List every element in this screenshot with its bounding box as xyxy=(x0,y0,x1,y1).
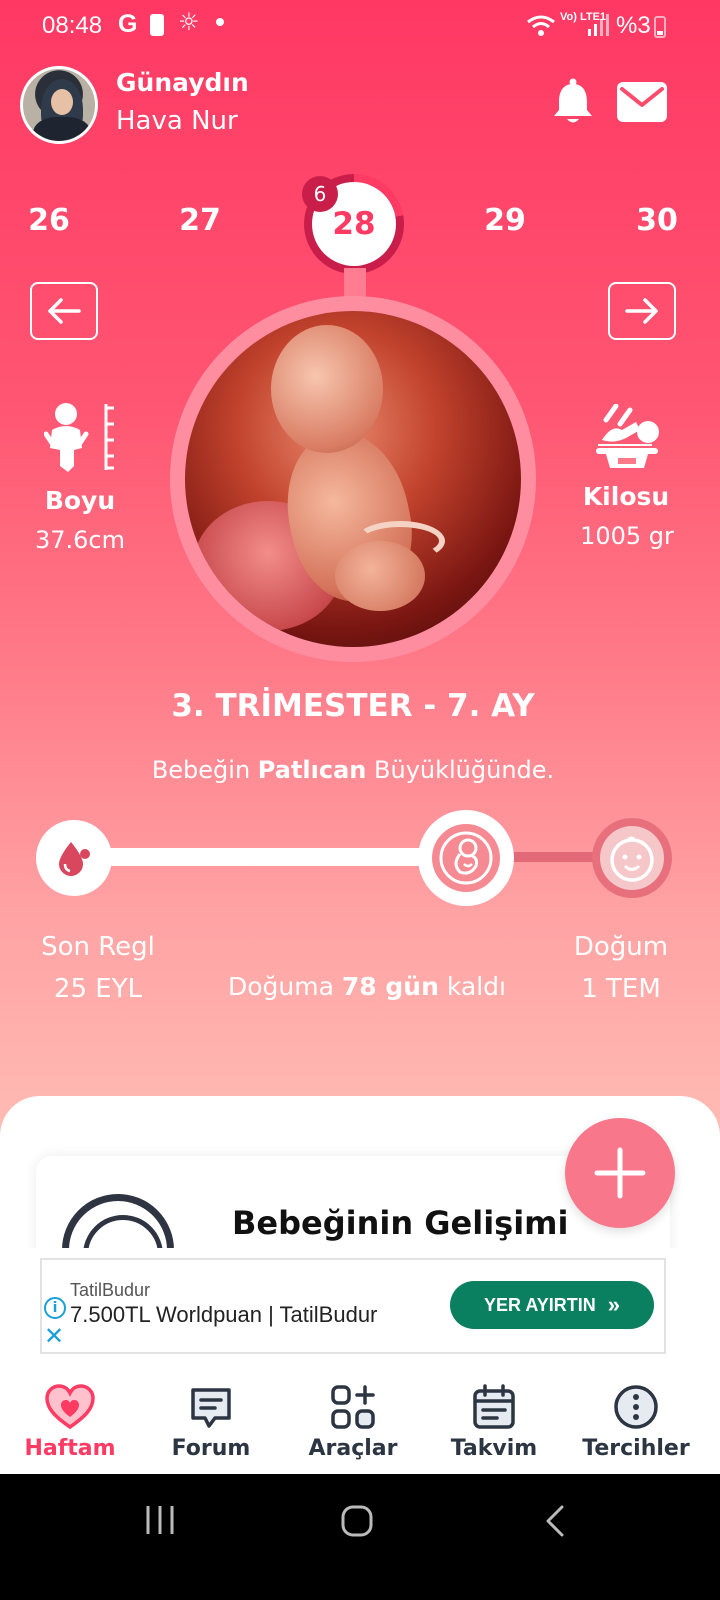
nav-label: Haftam xyxy=(24,1436,116,1461)
countdown-value: 78 gün xyxy=(341,972,439,1001)
week-option[interactable]: 27 xyxy=(170,203,230,238)
card-title: Bebeğinin Gelişimi xyxy=(232,1204,569,1242)
chat-icon xyxy=(191,1388,231,1428)
weight-value: 1005 gr xyxy=(580,522,674,550)
arrow-right-icon xyxy=(625,298,658,324)
countdown-prefix: Doğuma xyxy=(228,972,334,1001)
length-value: 37.6cm xyxy=(34,526,125,554)
recent-apps-icon[interactable] xyxy=(144,1504,176,1536)
baby-face-icon-wrap xyxy=(600,826,664,890)
nav-item-haftam[interactable]: Haftam xyxy=(0,1378,140,1461)
arrow-left-icon xyxy=(48,298,81,324)
fetus-icon xyxy=(439,831,493,885)
ad-cta-button[interactable]: YER AYIRTIN » xyxy=(450,1281,654,1329)
fetus-icon-wrap xyxy=(432,824,500,892)
baby-weight-icon xyxy=(596,404,659,468)
app-screen: 08:48 G ☼ Vo) LTE1 %3 Günaydın Hava Nur xyxy=(0,0,720,1600)
nav-label: Takvim xyxy=(450,1436,538,1461)
avatar[interactable] xyxy=(20,66,98,144)
ad-close-icon[interactable]: ✕ xyxy=(44,1324,64,1348)
plus-icon xyxy=(594,1147,646,1199)
week-day-badge: 6 xyxy=(302,176,338,212)
next-week-button[interactable] xyxy=(608,282,676,340)
nav-item-takvim[interactable]: Takvim xyxy=(424,1378,564,1461)
ad-cta-label: YER AYIRTIN xyxy=(484,1294,596,1315)
back-icon[interactable] xyxy=(544,1504,566,1538)
nav-item-tercihler[interactable]: Tercihler xyxy=(566,1378,706,1461)
nav-label: Tercihler xyxy=(582,1436,690,1461)
weight-title: Kilosu xyxy=(582,482,670,511)
week-option[interactable]: 26 xyxy=(19,203,79,238)
nav-label: Araçlar xyxy=(308,1436,398,1461)
ad-headline[interactable]: 7.500TL Worldpuan | TatilBudur xyxy=(70,1302,377,1328)
greeting: Günaydın xyxy=(116,68,249,97)
notification-dot-icon xyxy=(216,18,224,26)
battery-percent: %3 xyxy=(616,12,651,39)
battery-icon xyxy=(654,16,666,38)
signal-icon xyxy=(588,14,609,36)
previous-week-button[interactable] xyxy=(30,282,98,340)
progress-track-done xyxy=(72,848,472,866)
countdown-suffix: kaldı xyxy=(446,972,506,1001)
nav-item-araclar[interactable]: Araçlar xyxy=(283,1378,423,1461)
birth-label: Doğum xyxy=(573,932,669,962)
status-time: 08:48 xyxy=(42,12,103,39)
size-fruit: Patlıcan xyxy=(257,756,367,784)
tools-grid-icon xyxy=(331,1385,375,1429)
nav-item-forum[interactable]: Forum xyxy=(141,1378,281,1461)
baby-face-icon xyxy=(610,836,654,882)
system-navigation-bar xyxy=(0,1474,720,1600)
last-period-date: 25 EYL xyxy=(53,974,143,1004)
size-prefix: Bebeğin xyxy=(151,756,251,784)
baby-size-text: Bebeğin Patlıcan Büyüklüğünde. xyxy=(0,756,706,784)
calendar-icon xyxy=(473,1384,515,1429)
heart-icon xyxy=(45,1384,95,1430)
brightness-icon: ☼ xyxy=(178,8,200,36)
trimester-title: 3. TRİMESTER - 7. AY xyxy=(171,688,535,724)
umbilical-cord-shape xyxy=(355,521,445,561)
birth-date: 1 TEM xyxy=(581,974,661,1004)
wifi-icon xyxy=(527,15,555,36)
mail-icon[interactable] xyxy=(617,82,667,122)
birth-node xyxy=(592,818,672,898)
fetus-head-shape xyxy=(271,325,383,453)
home-icon[interactable] xyxy=(340,1504,374,1538)
avatar-body xyxy=(33,117,91,141)
week-option[interactable]: 29 xyxy=(475,203,535,238)
username: Hava Nur xyxy=(116,106,238,136)
battery-alert-icon xyxy=(150,14,164,36)
ad-brand: TatilBudur xyxy=(70,1280,151,1300)
baby-length-icon xyxy=(44,403,114,472)
blood-drop-icon xyxy=(59,842,90,876)
current-progress-node xyxy=(418,810,514,906)
countdown-text: Doğuma 78 gün kaldı xyxy=(200,972,534,1001)
baby-image[interactable] xyxy=(185,311,521,647)
add-button[interactable] xyxy=(565,1118,675,1228)
last-period-node xyxy=(36,820,112,896)
double-chevron-right-icon: » xyxy=(607,1292,620,1317)
more-icon xyxy=(614,1385,658,1429)
size-suffix: Büyüklüğünde. xyxy=(374,756,555,784)
bell-icon[interactable] xyxy=(552,78,594,126)
last-period-label: Son Regl xyxy=(41,932,155,962)
status-bar: 08:48 G ☼ Vo) LTE1 %3 xyxy=(0,0,720,54)
google-icon: G xyxy=(118,10,138,38)
ad-info-icon[interactable]: i xyxy=(44,1297,66,1319)
week-option[interactable]: 30 xyxy=(627,203,687,238)
length-title: Boyu xyxy=(44,486,116,515)
avatar-face xyxy=(51,89,73,115)
nav-label: Forum xyxy=(171,1436,251,1461)
